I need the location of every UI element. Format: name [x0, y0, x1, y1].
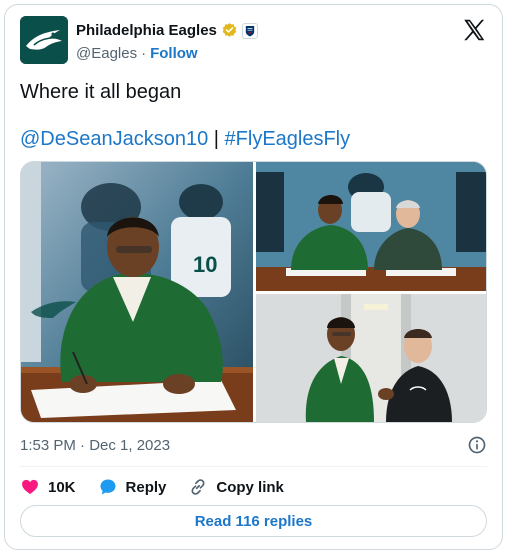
hashtag-link[interactable]: #FlyEaglesFly: [225, 128, 351, 150]
copy-link-label: Copy link: [216, 478, 284, 496]
avatar[interactable]: [20, 16, 68, 64]
read-replies-button[interactable]: Read 116 replies: [20, 505, 487, 537]
reply-button[interactable]: Reply: [98, 477, 167, 497]
photo-player-signing[interactable]: 10: [21, 162, 253, 422]
eagles-logo-icon: [20, 16, 68, 64]
tweet-actions: 10K Reply Copy link: [20, 473, 284, 501]
follow-button[interactable]: Follow: [150, 45, 198, 62]
reply-label: Reply: [125, 478, 167, 496]
x-logo-icon[interactable]: [461, 17, 487, 43]
like-count: 10K: [48, 478, 76, 496]
like-button[interactable]: 10K: [20, 477, 76, 497]
tweet-text: Where it all began: [20, 81, 182, 103]
media-grid: 10: [20, 161, 487, 423]
info-icon[interactable]: [467, 435, 487, 455]
reply-bubble-icon: [100, 479, 116, 495]
photo-signing-with-owner[interactable]: [256, 162, 486, 291]
divider: [20, 466, 487, 467]
verified-badge-icon[interactable]: [221, 22, 238, 39]
author-handle-row: @Eagles · Follow: [76, 45, 198, 62]
author-name-row: Philadelphia Eagles: [76, 22, 258, 39]
handle-separator: ·: [141, 45, 147, 62]
heart-icon: [22, 479, 38, 495]
tweet-card: Philadelphia Eagles @Eagles · Follow Whe…: [4, 4, 503, 550]
svg-text:10: 10: [193, 252, 217, 277]
link-separator: |: [213, 128, 219, 150]
copy-link-button[interactable]: Copy link: [188, 477, 284, 497]
author-handle[interactable]: @Eagles: [76, 45, 137, 62]
tweet-links: @DeSeanJackson10 | #FlyEaglesFly: [20, 128, 350, 151]
tweet-timestamp[interactable]: 1:53 PM · Dec 1, 2023: [20, 437, 170, 454]
photo-player-with-coach[interactable]: [256, 294, 486, 422]
author-display-name[interactable]: Philadelphia Eagles: [76, 22, 217, 39]
nfl-affiliation-icon[interactable]: [241, 22, 258, 39]
mention-link[interactable]: @DeSeanJackson10: [20, 128, 208, 150]
tweet-meta-row: 1:53 PM · Dec 1, 2023: [20, 433, 487, 457]
link-icon: [191, 479, 205, 495]
